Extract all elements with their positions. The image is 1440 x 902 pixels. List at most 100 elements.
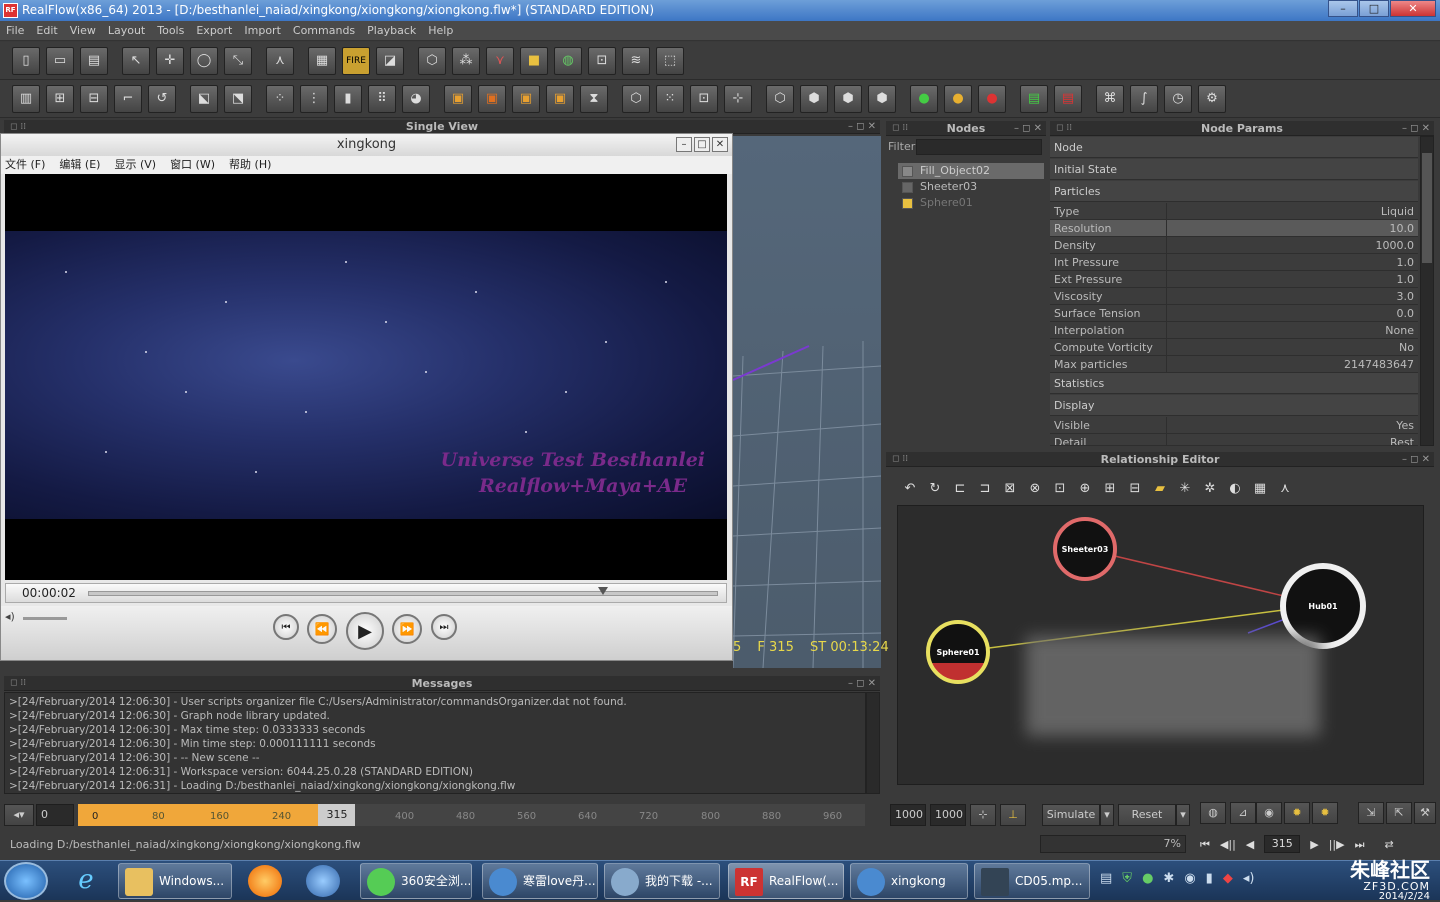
crate-icon[interactable]: ▣ [444,84,472,113]
param-row-int-pressure[interactable]: Int Pressure 1.0 [1050,254,1418,271]
minimize-button[interactable]: – [1328,0,1358,17]
timeline-field-2[interactable]: 1000 [930,804,966,826]
crate3-icon[interactable]: ▣ [512,84,540,113]
solid-cube2-icon[interactable]: ⬢ [868,84,896,113]
fast-forward-button[interactable]: ⏩ [392,614,422,644]
reset-cache-icon[interactable]: ▤ [1054,84,1082,113]
menu-view[interactable]: View [70,21,96,40]
import-frame-icon[interactable]: ⇱ [1386,802,1412,824]
unlink-icon[interactable]: ↺ [148,84,176,113]
section-display[interactable]: Display [1050,395,1418,416]
timeline-start-field[interactable]: 0 [36,804,74,826]
taskbar-item-hanlei[interactable]: 寒雷love丹... [482,863,598,899]
3d-viewport[interactable] [733,136,881,668]
param-row-detail[interactable]: Detail Rest [1050,434,1418,446]
link-icon[interactable]: ⌐ [114,84,142,113]
daemon-icon[interactable]: ⁂ [452,46,480,75]
solid-cube-icon[interactable]: ⬢ [834,84,862,113]
refresh-icon[interactable]: ↻ [926,480,944,498]
network-icon[interactable]: ● [1142,871,1153,886]
sync-icon[interactable]: ◉ [1184,871,1195,886]
undo-icon[interactable]: ↶ [901,480,919,498]
relationship-graph[interactable]: Sheeter03 Hub01 Sphere01 [897,505,1424,785]
simulate-button[interactable]: Simulate [1042,804,1100,826]
player-close-button[interactable]: ✕ [712,137,728,152]
menu-commands[interactable]: Commands [293,21,355,40]
param-row-resolution[interactable]: Resolution 10.0 [1050,220,1418,237]
sun-icon[interactable]: ✹ [1312,802,1338,824]
column-icon[interactable]: ▮ [334,84,362,113]
green-dot-icon[interactable]: ● [910,84,938,113]
go-end-icon[interactable]: ⏭ [1355,835,1365,855]
light-icon[interactable]: ✹ [1284,802,1310,824]
wire-cube-icon[interactable]: ⬡ [766,84,794,113]
params-scroll-thumb[interactable] [1422,153,1432,263]
media-icon[interactable] [306,865,340,897]
wave-icon[interactable]: ≋ [622,46,650,75]
crate4-icon[interactable]: ▣ [546,84,574,113]
keyboard-icon[interactable]: ▤ [1100,871,1112,886]
box-icon[interactable]: ⬕ [190,84,218,113]
taskbar-item-cd05[interactable]: CD05.mp... [974,863,1090,899]
simulate-dropdown[interactable]: ▾ [1100,804,1114,826]
settings-icon[interactable]: ⚙ [1198,84,1226,113]
section-initial-state[interactable]: Initial State [1050,159,1418,180]
menu-playback[interactable]: Playback [367,21,416,40]
menu-help[interactable]: Help [428,21,453,40]
menu-export[interactable]: Export [196,21,232,40]
player-menu-file[interactable]: 文件 (F) [5,156,45,174]
timeline-end-marker[interactable]: 315 [318,804,356,826]
player-minimize-button[interactable]: – [676,137,692,152]
unlink-nodes-icon[interactable]: ⊠ [1001,480,1019,498]
player-menu-window[interactable]: 窗口 (W) [170,156,215,174]
menu-layout[interactable]: Layout [108,21,145,40]
close-button[interactable]: ✕ [1390,0,1436,17]
timeline-ruler-inactive[interactable]: 400 480 560 640 720 800 880 960 [355,804,865,826]
current-frame-field[interactable]: 315 [1264,835,1301,853]
loop-icon[interactable]: ⇄ [1385,835,1394,855]
play-forward-icon[interactable]: ▶ [1310,835,1318,855]
section-statistics[interactable]: Statistics [1050,373,1418,394]
sphere-icon[interactable]: ◕ [402,84,430,113]
exclude-icon[interactable]: ⊗ [1026,480,1044,498]
prev-track-button[interactable]: ⏮ [273,614,299,640]
timeline-ruler-active[interactable]: 0 80 160 240 [78,804,318,826]
yellow-dot-icon[interactable]: ● [944,84,972,113]
shield-icon[interactable]: ⛨ [1122,871,1132,886]
timeline-mode-button[interactable]: ◂▾ [4,804,34,826]
player-menu-edit[interactable]: 编辑 (E) [59,156,100,174]
messages-scrollbar[interactable] [866,692,880,794]
menu-file[interactable]: File [6,21,24,40]
ie-icon[interactable]: e [66,865,106,897]
params-scrollbar[interactable] [1420,136,1434,446]
export-icon[interactable]: ▦ [308,46,336,75]
hourglass-icon[interactable]: ⧗ [580,84,608,113]
script-icon[interactable]: ⌘ [1096,84,1124,113]
select-tool-icon[interactable]: ↖ [122,46,150,75]
volume-icon[interactable]: ◂) [5,610,15,623]
player-maximize-button[interactable]: □ [694,137,710,152]
timeline-key-button[interactable]: ⊥ [1000,804,1026,826]
red-dot-icon[interactable]: ● [978,84,1006,113]
node-item-sphere01[interactable]: Sphere01 [898,195,1044,211]
alert-icon[interactable]: ◆ [1223,871,1233,886]
move-tool-icon[interactable]: ✛ [156,46,184,75]
volume-slider[interactable] [23,617,67,620]
timeline-field-1[interactable]: 1000 [890,804,926,826]
maximize-button[interactable]: □ [1359,0,1389,17]
player-seekbar[interactable]: 00:00:02 [5,583,727,603]
snap-icon[interactable]: ⊟ [80,84,108,113]
taskbar-item-downloads[interactable]: 我的下载 -... [604,863,720,899]
axis-icon[interactable]: ⋏ [266,46,294,75]
particles-icon[interactable]: ⁘ [266,84,294,113]
param-row-compute-vorticity[interactable]: Compute Vorticity No [1050,339,1418,356]
rewind-button[interactable]: ⏪ [307,614,337,644]
graph-node-sphere01[interactable]: Sphere01 [926,620,990,684]
group-icon[interactable]: ⊟ [1126,480,1144,498]
cache-icon[interactable]: ▤ [1020,84,1048,113]
dots-icon[interactable]: ⠿ [368,84,396,113]
menu-import[interactable]: Import [244,21,281,40]
param-row-viscosity[interactable]: Viscosity 3.0 [1050,288,1418,305]
filter-input[interactable] [916,139,1042,155]
mesh-icon[interactable]: ◍ [554,46,582,75]
